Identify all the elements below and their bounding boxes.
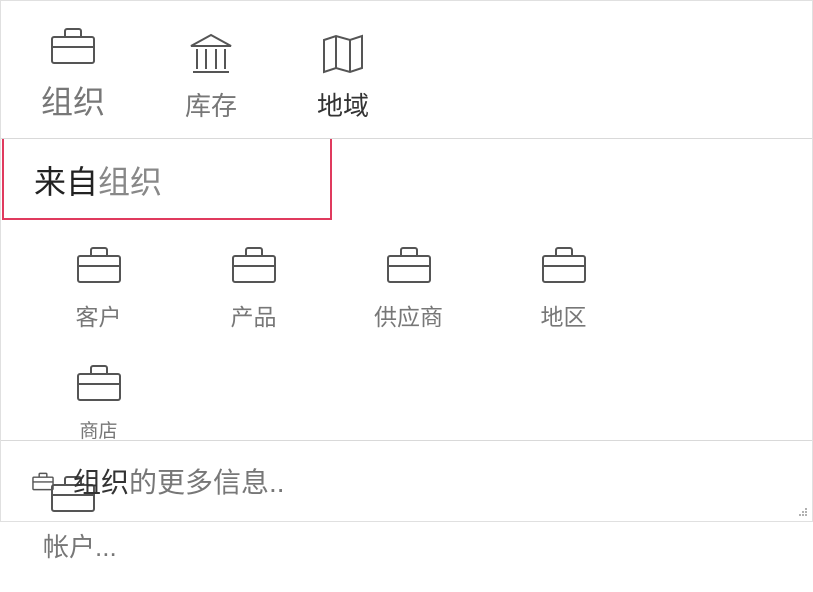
nav-region-label: 地域	[317, 86, 369, 123]
nav-organization-label: 组织	[41, 77, 105, 123]
bank-icon	[187, 30, 235, 78]
briefcase-icon	[75, 358, 123, 406]
briefcase-icon	[75, 240, 123, 288]
footer-bar[interactable]: 组织的更多信息..	[1, 440, 812, 521]
grid-district[interactable]: 地区	[486, 232, 641, 350]
grid-product[interactable]: 产品	[176, 232, 331, 350]
map-icon	[319, 30, 367, 78]
grid-supplier[interactable]: 供应商	[331, 232, 486, 350]
nav-inventory-label: 库存	[185, 86, 237, 123]
grid-product-label: 产品	[231, 298, 277, 332]
resize-grip-icon[interactable]	[798, 507, 808, 517]
grid-account-label: 帐户...	[43, 527, 117, 564]
nav-organization[interactable]: 组织	[41, 21, 105, 123]
nav-region[interactable]: 地域	[317, 30, 369, 123]
briefcase-icon	[49, 21, 97, 69]
footer-suffix: 的更多信息..	[129, 467, 285, 498]
section-header: 来自组织	[2, 139, 332, 220]
footer-text: 组织的更多信息..	[73, 461, 285, 501]
section-prefix: 来自	[34, 164, 98, 200]
item-grid: 客户 产品 供应商 地区 商店 帐户...	[1, 220, 812, 592]
top-nav: 组织 库存 地域	[1, 1, 812, 139]
footer-prefix: 组织	[73, 467, 129, 498]
grid-customer-label: 客户	[76, 298, 122, 332]
briefcase-icon	[31, 469, 55, 493]
briefcase-icon	[230, 240, 278, 288]
grid-customer[interactable]: 客户	[21, 232, 176, 350]
section-title: 组织	[98, 164, 162, 200]
grid-store-label: 商店	[79, 416, 117, 443]
nav-inventory[interactable]: 库存	[185, 30, 237, 123]
grid-district-label: 地区	[541, 298, 587, 332]
grid-supplier-label: 供应商	[374, 298, 443, 332]
briefcase-icon	[540, 240, 588, 288]
briefcase-icon	[385, 240, 433, 288]
